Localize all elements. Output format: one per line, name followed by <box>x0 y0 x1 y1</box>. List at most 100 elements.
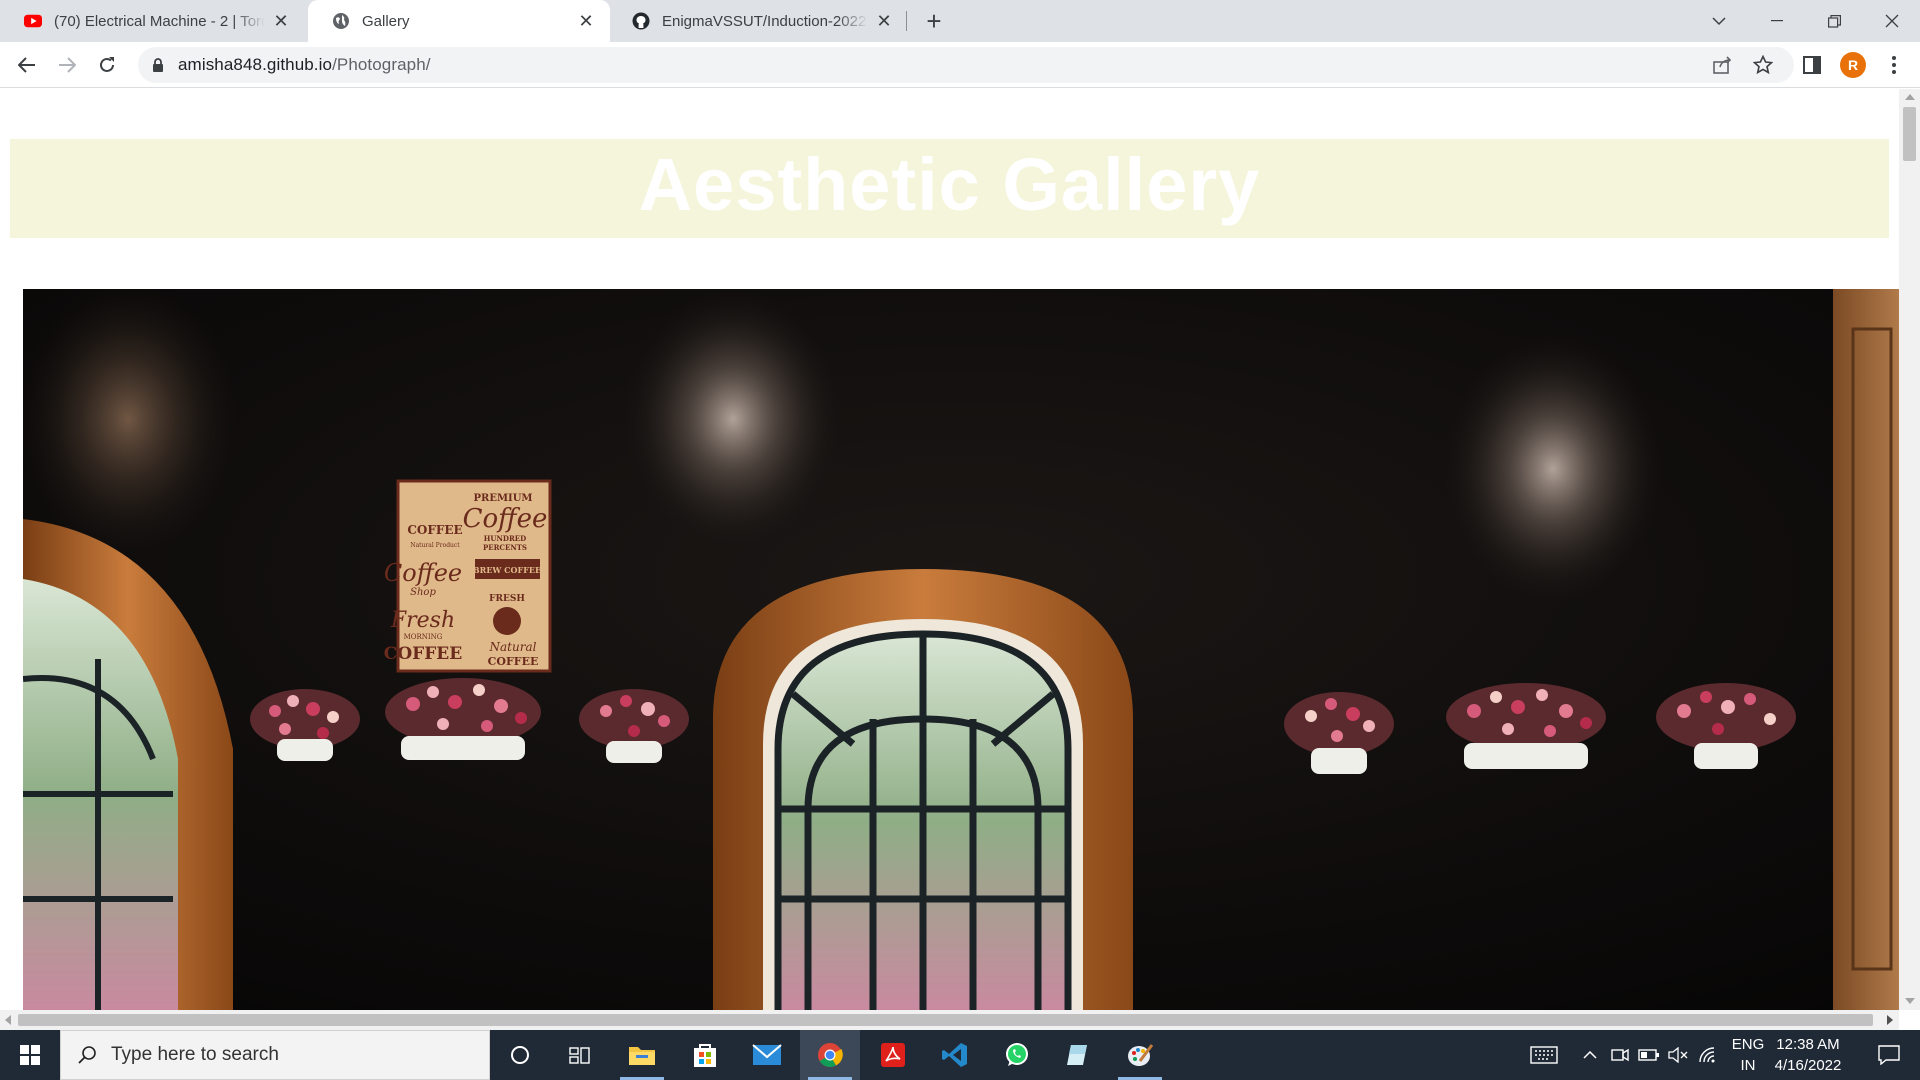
file-explorer-icon <box>629 1047 655 1065</box>
task-view-button[interactable] <box>550 1030 610 1080</box>
poster-text: Natural <box>489 640 537 654</box>
notes-button[interactable] <box>1048 1030 1108 1080</box>
keyboard-icon <box>1530 1046 1558 1064</box>
poster-text: COFFEE <box>384 644 462 664</box>
poster-text: PERCENTS <box>483 543 527 552</box>
scrollbar-thumb[interactable] <box>18 1014 1873 1026</box>
scroll-up-arrow-icon[interactable] <box>1905 94 1915 100</box>
url-path: /Photograph/ <box>332 55 431 74</box>
clock-time: 12:38 AM <box>1776 1036 1840 1053</box>
coffee-poster: PREMIUM Coffee HUNDRED PERCENTS COFFEE N… <box>384 479 552 673</box>
back-button[interactable] <box>11 49 43 81</box>
side-panel-button[interactable] <box>1801 54 1823 76</box>
restore-button[interactable] <box>1806 0 1862 42</box>
poster-text: Coffee <box>463 504 548 534</box>
address-bar[interactable]: amisha848.github.io/Photograph/ <box>138 47 1794 83</box>
new-tab-button[interactable]: + <box>920 6 948 36</box>
cafe-interior-image: PREMIUM Coffee HUNDRED PERCENTS COFFEE N… <box>23 289 1899 1010</box>
bookmark-button[interactable] <box>1752 54 1774 76</box>
volume-muted-icon <box>1668 1047 1688 1063</box>
mail-button[interactable] <box>737 1030 797 1080</box>
page-title: Aesthetic Gallery <box>638 143 1261 226</box>
scrollbar-thumb[interactable] <box>1903 107 1916 161</box>
store-button[interactable] <box>675 1030 735 1080</box>
tab-title: EnigmaVSSUT/Induction-2022: Enigma <box>662 12 868 30</box>
taskbar-search[interactable]: Type here to search <box>60 1030 490 1080</box>
notes-icon <box>1067 1045 1087 1065</box>
page-header: Aesthetic Gallery <box>10 139 1889 238</box>
tab-github[interactable]: EnigmaVSSUT/Induction-2022: Enigma ✕ <box>608 0 908 42</box>
touch-keyboard-button[interactable] <box>1523 1030 1565 1080</box>
poster-text: COFFEE <box>407 523 462 537</box>
close-tab-icon[interactable]: ✕ <box>874 11 894 31</box>
start-button[interactable] <box>0 1030 60 1080</box>
windows-logo-icon <box>20 1045 40 1065</box>
paint-icon <box>1128 1044 1154 1066</box>
back-arrow-icon <box>18 57 35 73</box>
spotlight <box>1443 334 1663 604</box>
tab-search-button[interactable] <box>1691 0 1747 42</box>
side-panel-icon <box>1803 56 1821 74</box>
whatsapp-button[interactable] <box>987 1030 1047 1080</box>
notifications-button[interactable] <box>1864 1030 1914 1080</box>
reload-button[interactable] <box>91 49 123 81</box>
restore-icon <box>1827 14 1841 28</box>
scroll-left-arrow-icon[interactable] <box>5 1015 11 1025</box>
chevron-up-icon <box>1583 1051 1597 1059</box>
poster-text: BREW COFFEE <box>473 565 541 575</box>
wooden-door <box>1833 289 1899 1010</box>
minimize-button[interactable] <box>1749 0 1805 42</box>
poster-text: FRESH <box>489 594 525 604</box>
forward-arrow-icon <box>59 57 76 73</box>
horizontal-scrollbar[interactable] <box>0 1010 1899 1030</box>
tab-title: Gallery <box>362 12 410 30</box>
meet-now-button[interactable] <box>1608 1030 1632 1080</box>
forward-button[interactable] <box>51 49 83 81</box>
volume-button[interactable] <box>1665 1030 1691 1080</box>
battery-button[interactable] <box>1636 1030 1662 1080</box>
poster-text: HUNDRED <box>484 534 526 543</box>
tab-title: (70) Electrical Machine - 2 | Torque <box>54 12 265 30</box>
vscode-button[interactable] <box>925 1030 985 1080</box>
close-tab-icon[interactable]: ✕ <box>271 11 291 31</box>
poster-text: MORNING <box>404 633 443 641</box>
tab-youtube[interactable]: (70) Electrical Machine - 2 | Torque ✕ <box>0 0 305 42</box>
cortana-button[interactable] <box>490 1030 550 1080</box>
acrobat-icon <box>881 1043 905 1067</box>
whatsapp-icon <box>1006 1043 1028 1066</box>
file-explorer-button[interactable] <box>612 1030 672 1080</box>
show-hidden-icons-button[interactable] <box>1578 1030 1602 1080</box>
url-host: amisha848.github.io <box>178 55 333 74</box>
share-button[interactable] <box>1712 54 1734 76</box>
battery-icon <box>1638 1049 1659 1061</box>
spotlight <box>623 289 843 549</box>
acrobat-button[interactable] <box>863 1030 923 1080</box>
notification-icon <box>1878 1045 1900 1065</box>
tab-gallery[interactable]: Gallery ✕ <box>308 0 610 42</box>
paint-button[interactable] <box>1110 1030 1170 1080</box>
tab-separator <box>906 11 907 31</box>
scroll-right-arrow-icon[interactable] <box>1887 1015 1893 1025</box>
poster-text: PREMIUM <box>474 493 533 504</box>
vertical-scrollbar[interactable] <box>1899 89 1920 1010</box>
network-button[interactable] <box>1695 1030 1721 1080</box>
close-tab-icon[interactable]: ✕ <box>576 11 596 31</box>
profile-avatar[interactable]: R <box>1840 52 1866 78</box>
kebab-menu-icon <box>1892 56 1896 74</box>
chrome-button[interactable] <box>800 1030 860 1080</box>
system-clock[interactable]: 12:38 AM 4/16/2022 <box>1760 1034 1856 1076</box>
mail-icon <box>752 1044 782 1065</box>
close-window-button[interactable] <box>1864 0 1920 42</box>
github-icon <box>632 12 650 30</box>
reload-icon <box>100 57 114 72</box>
star-icon <box>1753 55 1773 75</box>
page-viewport: Aesthetic Gallery PREMIUM Coffee HUNDRED… <box>0 89 1920 1030</box>
globe-icon <box>332 12 350 30</box>
menu-button[interactable] <box>1883 54 1905 76</box>
search-placeholder: Type here to search <box>111 1044 279 1065</box>
chevron-down-icon <box>1712 17 1726 26</box>
scroll-down-arrow-icon[interactable] <box>1905 998 1915 1004</box>
url-text[interactable]: amisha848.github.io/Photograph/ <box>178 55 431 75</box>
gallery-photo[interactable]: PREMIUM Coffee HUNDRED PERCENTS COFFEE N… <box>23 289 1899 1010</box>
lock-icon[interactable] <box>150 57 166 73</box>
